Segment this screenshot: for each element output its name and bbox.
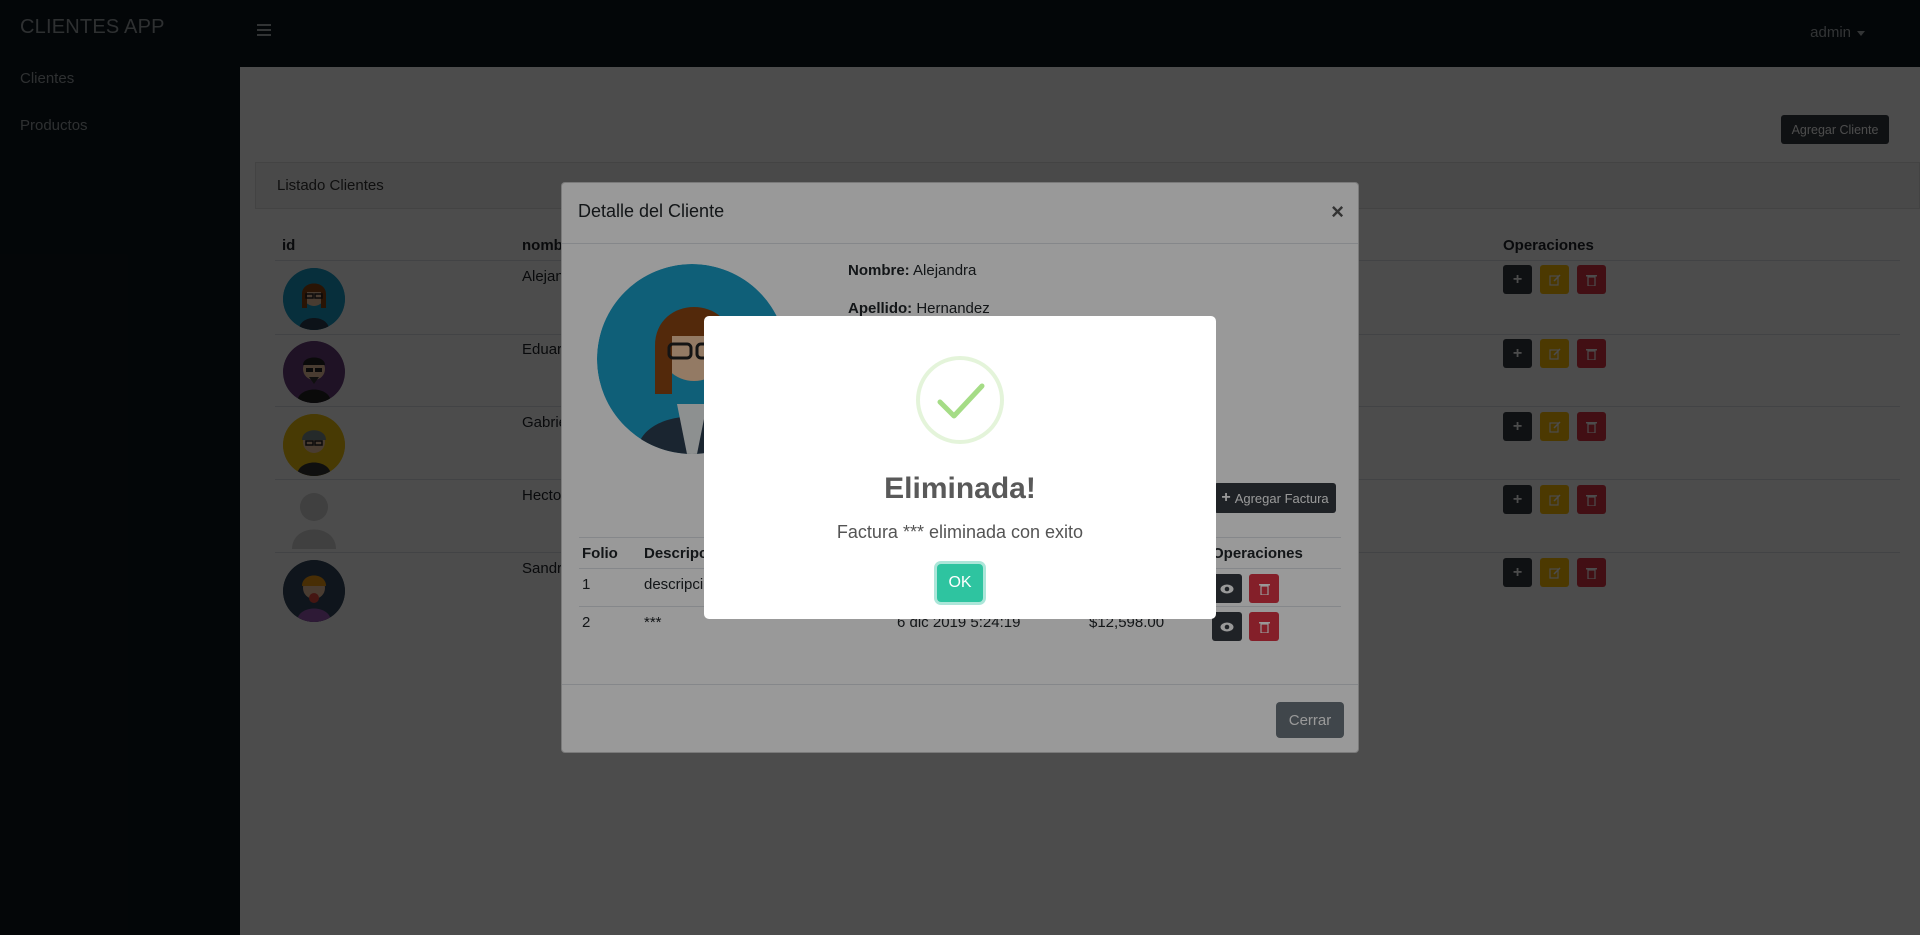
success-check-icon: [916, 356, 1004, 444]
ok-button[interactable]: OK: [937, 564, 983, 602]
success-alert: Eliminada! Factura *** eliminada con exi…: [704, 316, 1216, 619]
alert-message: Factura *** eliminada con exito: [836, 522, 1084, 542]
alert-title: Eliminada!: [884, 472, 1036, 505]
